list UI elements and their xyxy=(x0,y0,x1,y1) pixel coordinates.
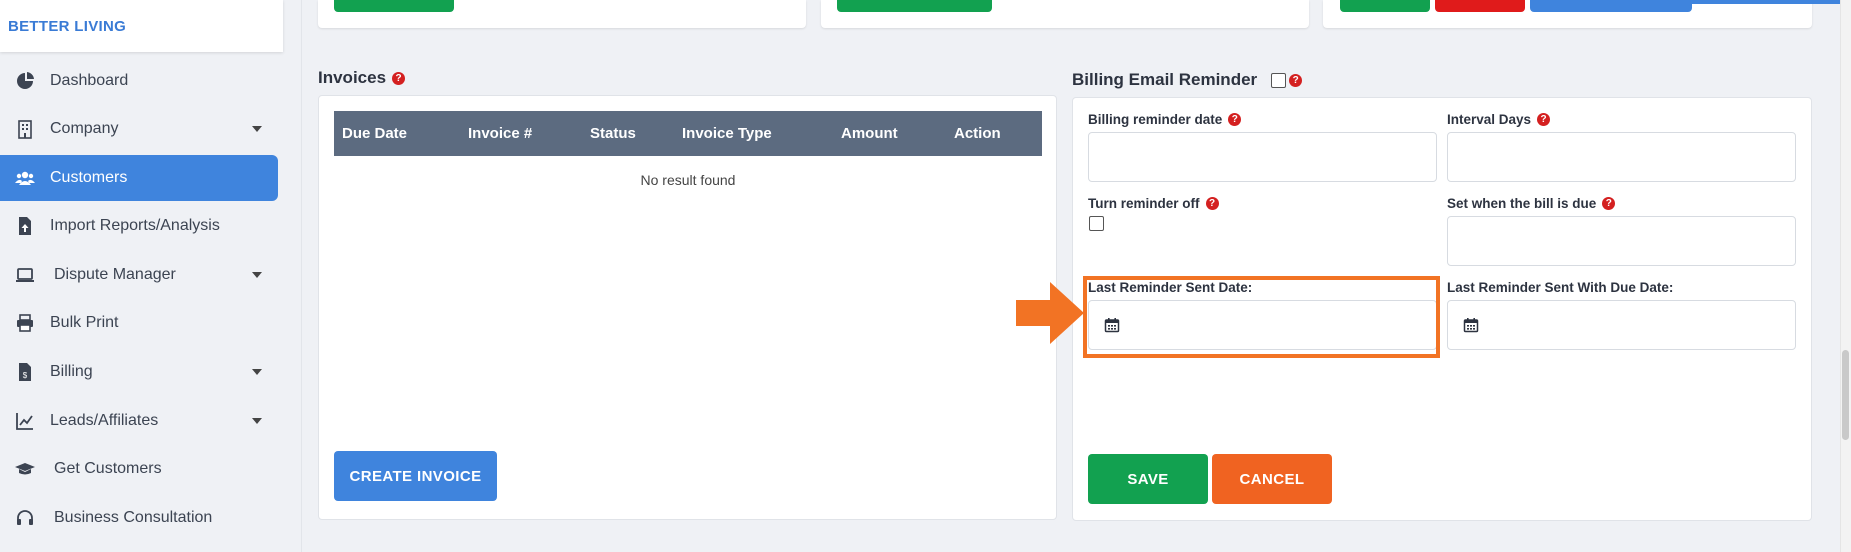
sidebar-item-get-customers[interactable]: Get Customers xyxy=(0,446,278,492)
create-invoice-button[interactable]: CREATE INVOICE xyxy=(334,451,497,501)
label-text: Turn reminder off xyxy=(1088,196,1200,211)
invoice-dollar-icon: $ xyxy=(14,361,36,383)
chevron-down-icon xyxy=(252,126,262,132)
sidebar-item-dashboard[interactable]: Dashboard xyxy=(0,58,278,104)
turn-reminder-off-label: Turn reminder off ? xyxy=(1088,196,1219,211)
brand-header: BETTER LIVING xyxy=(0,0,283,52)
calendar-icon xyxy=(1463,318,1479,333)
top-card-button[interactable] xyxy=(1340,0,1430,12)
sidebar-item-dispute-manager[interactable]: Dispute Manager xyxy=(0,252,278,298)
file-upload-icon xyxy=(14,215,36,237)
highlight-box xyxy=(1083,276,1440,358)
brand-name: BETTER LIVING xyxy=(8,18,127,35)
label-text: Billing reminder date xyxy=(1088,112,1223,127)
interval-days-label: Interval Days ? xyxy=(1447,112,1551,127)
scrollbar-track[interactable] xyxy=(1840,0,1851,552)
top-card-button[interactable] xyxy=(1645,0,1840,4)
invoices-table: Due Date Invoice # Status Invoice Type A… xyxy=(334,111,1042,156)
label-text: Last Reminder Sent With Due Date: xyxy=(1447,280,1674,295)
invoices-title-text: Invoices xyxy=(318,68,387,87)
column-header[interactable]: Due Date xyxy=(334,111,460,156)
sidebar-item-label: Import Reports/Analysis xyxy=(50,217,220,234)
svg-text:$: $ xyxy=(23,371,28,380)
sidebar-item-leads-affiliates[interactable]: Leads/Affiliates xyxy=(0,398,278,444)
help-icon[interactable]: ? xyxy=(1228,113,1242,126)
set-when-due-input[interactable] xyxy=(1447,216,1796,266)
table-header-row: Due Date Invoice # Status Invoice Type A… xyxy=(334,111,1042,156)
empty-state-text: No result found xyxy=(640,172,736,188)
billing-reminder-date-input[interactable] xyxy=(1088,132,1437,182)
help-icon[interactable]: ? xyxy=(1537,113,1551,126)
sidebar-item-label: Dashboard xyxy=(50,72,129,89)
sidebar-item-bulk-print[interactable]: Bulk Print xyxy=(0,300,278,346)
turn-reminder-off-checkbox[interactable] xyxy=(1089,216,1104,231)
label-text: Set when the bill is due xyxy=(1447,196,1597,211)
sidebar-item-label: Company xyxy=(50,120,119,137)
sidebar-item-label: Get Customers xyxy=(54,460,162,477)
sidebar-item-customers[interactable]: Customers xyxy=(0,155,278,201)
help-icon[interactable]: ? xyxy=(1289,73,1303,87)
column-header[interactable]: Invoice # xyxy=(460,111,582,156)
sidebar-item-company[interactable]: Company xyxy=(0,106,278,152)
sidebar: BETTER LIVING Dashboard Company Customer… xyxy=(0,0,302,552)
building-icon xyxy=(14,118,36,140)
billing-reminder-title-text: Billing Email Reminder xyxy=(1072,70,1258,89)
sidebar-item-import-reports[interactable]: Import Reports/Analysis xyxy=(0,203,278,249)
sidebar-item-label: Billing xyxy=(50,363,93,380)
sidebar-item-label: Bulk Print xyxy=(50,314,119,331)
billing-reminder-enable-checkbox[interactable] xyxy=(1271,72,1287,88)
printer-icon xyxy=(14,312,36,334)
last-reminder-sent-due-date-input[interactable] xyxy=(1447,300,1796,350)
headset-icon xyxy=(14,507,36,529)
label-text: Interval Days xyxy=(1447,112,1532,127)
sidebar-item-business-consultation[interactable]: Business Consultation xyxy=(0,495,278,541)
graduation-cap-icon xyxy=(14,458,36,480)
top-card-button[interactable] xyxy=(334,0,454,12)
scrollbar-thumb[interactable] xyxy=(1842,350,1849,440)
laptop-icon xyxy=(14,264,36,286)
help-icon[interactable]: ? xyxy=(392,71,406,85)
billing-reminder-date-label: Billing reminder date ? xyxy=(1088,112,1242,127)
top-card-button[interactable] xyxy=(837,0,992,12)
set-when-due-label: Set when the bill is due ? xyxy=(1447,196,1616,211)
sidebar-item-billing[interactable]: $ Billing xyxy=(0,349,278,395)
pie-chart-icon xyxy=(14,70,36,92)
help-icon[interactable]: ? xyxy=(1602,197,1616,210)
help-icon[interactable]: ? xyxy=(1205,197,1219,210)
invoices-title: Invoices ? xyxy=(318,68,406,88)
save-button[interactable]: SAVE xyxy=(1088,454,1208,504)
sidebar-item-label: Leads/Affiliates xyxy=(50,412,159,429)
sidebar-item-label: Business Consultation xyxy=(54,509,213,526)
chevron-down-icon xyxy=(252,272,262,278)
last-reminder-sent-due-date-label: Last Reminder Sent With Due Date: xyxy=(1447,280,1673,295)
chevron-down-icon xyxy=(252,369,262,375)
column-header[interactable]: Status xyxy=(582,111,674,156)
chevron-down-icon xyxy=(252,418,262,424)
line-chart-icon xyxy=(14,410,36,432)
sidebar-item-label: Dispute Manager xyxy=(54,266,176,283)
cancel-button[interactable]: CANCEL xyxy=(1212,454,1332,504)
users-icon xyxy=(14,167,36,189)
billing-reminder-title: Billing Email Reminder ? xyxy=(1072,70,1303,90)
column-header[interactable]: Amount xyxy=(833,111,946,156)
column-header[interactable]: Invoice Type xyxy=(674,111,833,156)
sidebar-item-label: Customers xyxy=(50,169,128,186)
interval-days-input[interactable] xyxy=(1447,132,1796,182)
column-header[interactable]: Action xyxy=(946,111,1042,156)
arrow-right-icon xyxy=(1016,282,1084,344)
top-card-button[interactable] xyxy=(1435,0,1525,12)
